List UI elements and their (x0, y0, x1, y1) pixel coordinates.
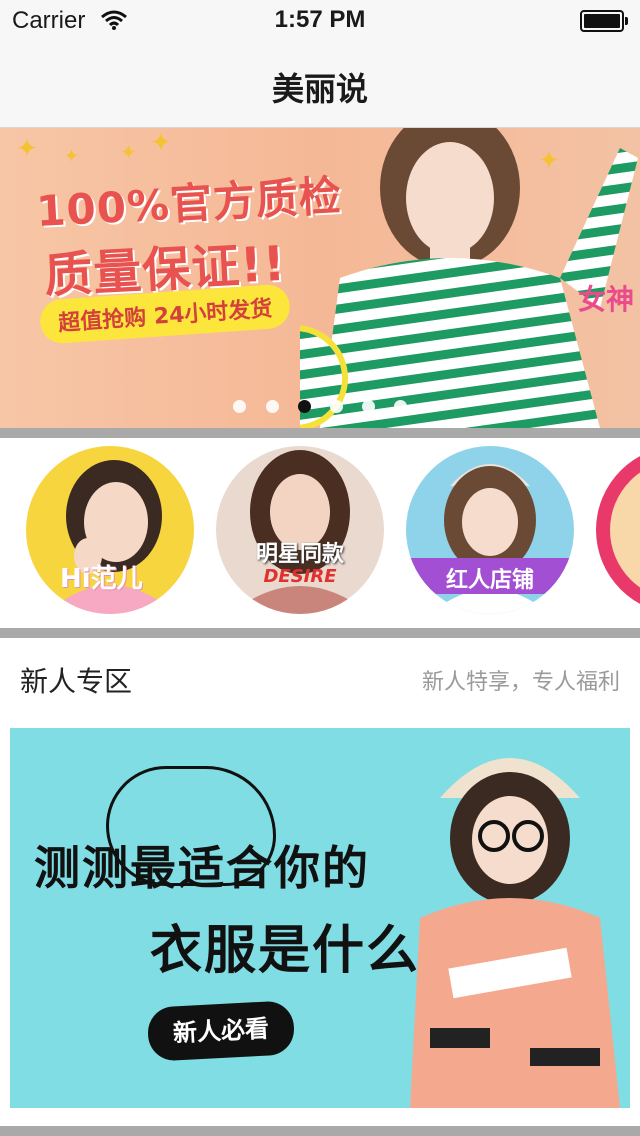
page-dot-active[interactable] (298, 400, 311, 413)
category-label: 红人店铺 (445, 568, 534, 593)
category-label: 明星同款 (255, 542, 344, 567)
divider (0, 628, 640, 638)
star-icon: ✦ (16, 134, 38, 164)
category-sublabel: DESIRE (263, 566, 337, 587)
banner-tag: 女神 (577, 283, 634, 316)
star-icon: ✦ (120, 140, 137, 164)
category-partial[interactable] (596, 446, 640, 614)
battery-icon (580, 10, 628, 32)
star-icon: ✦ (64, 146, 80, 167)
clock: 1:57 PM (274, 6, 366, 33)
page-dot[interactable] (362, 400, 375, 413)
page-dot[interactable] (266, 400, 279, 413)
promo-button[interactable]: 新人必看 (146, 1000, 296, 1062)
page-title: 美丽说 (271, 70, 368, 108)
promo-banner[interactable]: 测测最适合你的 衣服是什么? 新人必看 (10, 728, 630, 1108)
section-header: 新人专区 新人特享，专人福利 (0, 638, 640, 720)
category-influencer-shops[interactable]: 红人店铺 (406, 446, 574, 614)
category-image (230, 450, 370, 614)
section-subtitle: 新人特享，专人福利 (421, 670, 620, 695)
star-icon: ✦ (150, 128, 172, 158)
promo-line-1: 测测最适合你的 (34, 841, 370, 895)
navigation-bar: 美丽说 (0, 40, 640, 128)
banner-carousel[interactable]: ✦ ✦ ✦ ✦ ✦ 100%官方质检 质量保证!! 超值抢购 24小时发货 女神 (0, 128, 640, 428)
page-dot[interactable] (394, 400, 407, 413)
category-carousel[interactable]: Hi范儿 明星同款 DESIRE 红人店铺 (0, 438, 640, 628)
carousel-page-indicator[interactable] (0, 400, 640, 414)
promo-model-image (410, 758, 620, 1108)
status-bar: Carrier 1:57 PM (0, 0, 640, 40)
divider (0, 1126, 640, 1136)
category-label: Hi范儿 (60, 564, 143, 594)
category-hi-fan[interactable]: Hi范儿 (26, 446, 194, 614)
page-dot[interactable] (330, 400, 343, 413)
category-star-style[interactable]: 明星同款 DESIRE (216, 446, 384, 614)
category-image (610, 460, 640, 600)
page-dot[interactable] (233, 400, 246, 413)
banner-headline: 100%官方质检 (35, 171, 343, 236)
divider (0, 428, 640, 438)
section-title: 新人专区 (20, 665, 133, 698)
